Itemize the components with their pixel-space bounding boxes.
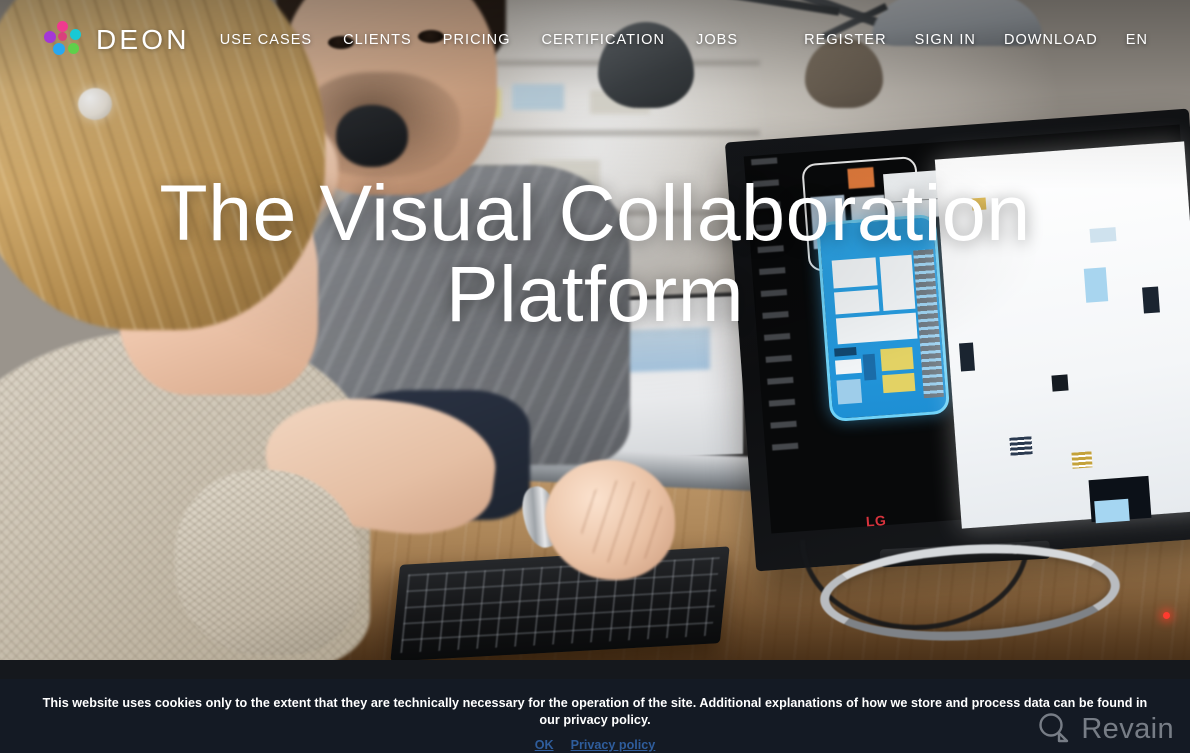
nav-item-clients[interactable]: CLIENTS — [343, 32, 412, 48]
hero-headline-line2: Platform — [445, 249, 745, 339]
hero-headline-line1: The Visual Collaboration — [159, 168, 1031, 257]
nav-item-jobs[interactable]: JOBS — [696, 32, 738, 48]
main-menu: USE CASES CLIENTS PRICING CERTIFICATION … — [220, 32, 738, 48]
nav-item-download[interactable]: DOWNLOAD — [1004, 32, 1098, 48]
page-root: LG — [0, 0, 1190, 753]
deon-dots-logo-icon — [44, 21, 82, 59]
cookie-privacy-policy-link[interactable]: Privacy policy — [571, 738, 656, 752]
brand-name: DEON — [96, 24, 190, 55]
nav-item-pricing[interactable]: PRICING — [443, 32, 511, 48]
cookie-ok-button[interactable]: OK — [535, 738, 554, 752]
top-navigation-bar: DEON USE CASES CLIENTS PRICING CERTIFICA… — [0, 0, 1190, 80]
nav-item-use-cases[interactable]: USE CASES — [220, 32, 312, 48]
nav-item-register[interactable]: REGISTER — [804, 32, 887, 48]
section-divider-strip — [0, 660, 1190, 679]
nav-item-sign-in[interactable]: SIGN IN — [915, 32, 976, 48]
cookie-actions: OK Privacy policy — [535, 738, 656, 752]
hero-headline: The Visual Collaboration Platform — [0, 172, 1190, 335]
language-selector[interactable]: EN — [1126, 32, 1148, 48]
nav-item-certification[interactable]: CERTIFICATION — [542, 32, 665, 48]
brand-logo-link[interactable]: DEON — [44, 21, 190, 59]
cookie-consent-banner: This website uses cookies only to the ex… — [0, 679, 1190, 753]
utility-menu: REGISTER SIGN IN DOWNLOAD EN — [804, 32, 1148, 48]
cookie-message: This website uses cookies only to the ex… — [42, 696, 1148, 727]
